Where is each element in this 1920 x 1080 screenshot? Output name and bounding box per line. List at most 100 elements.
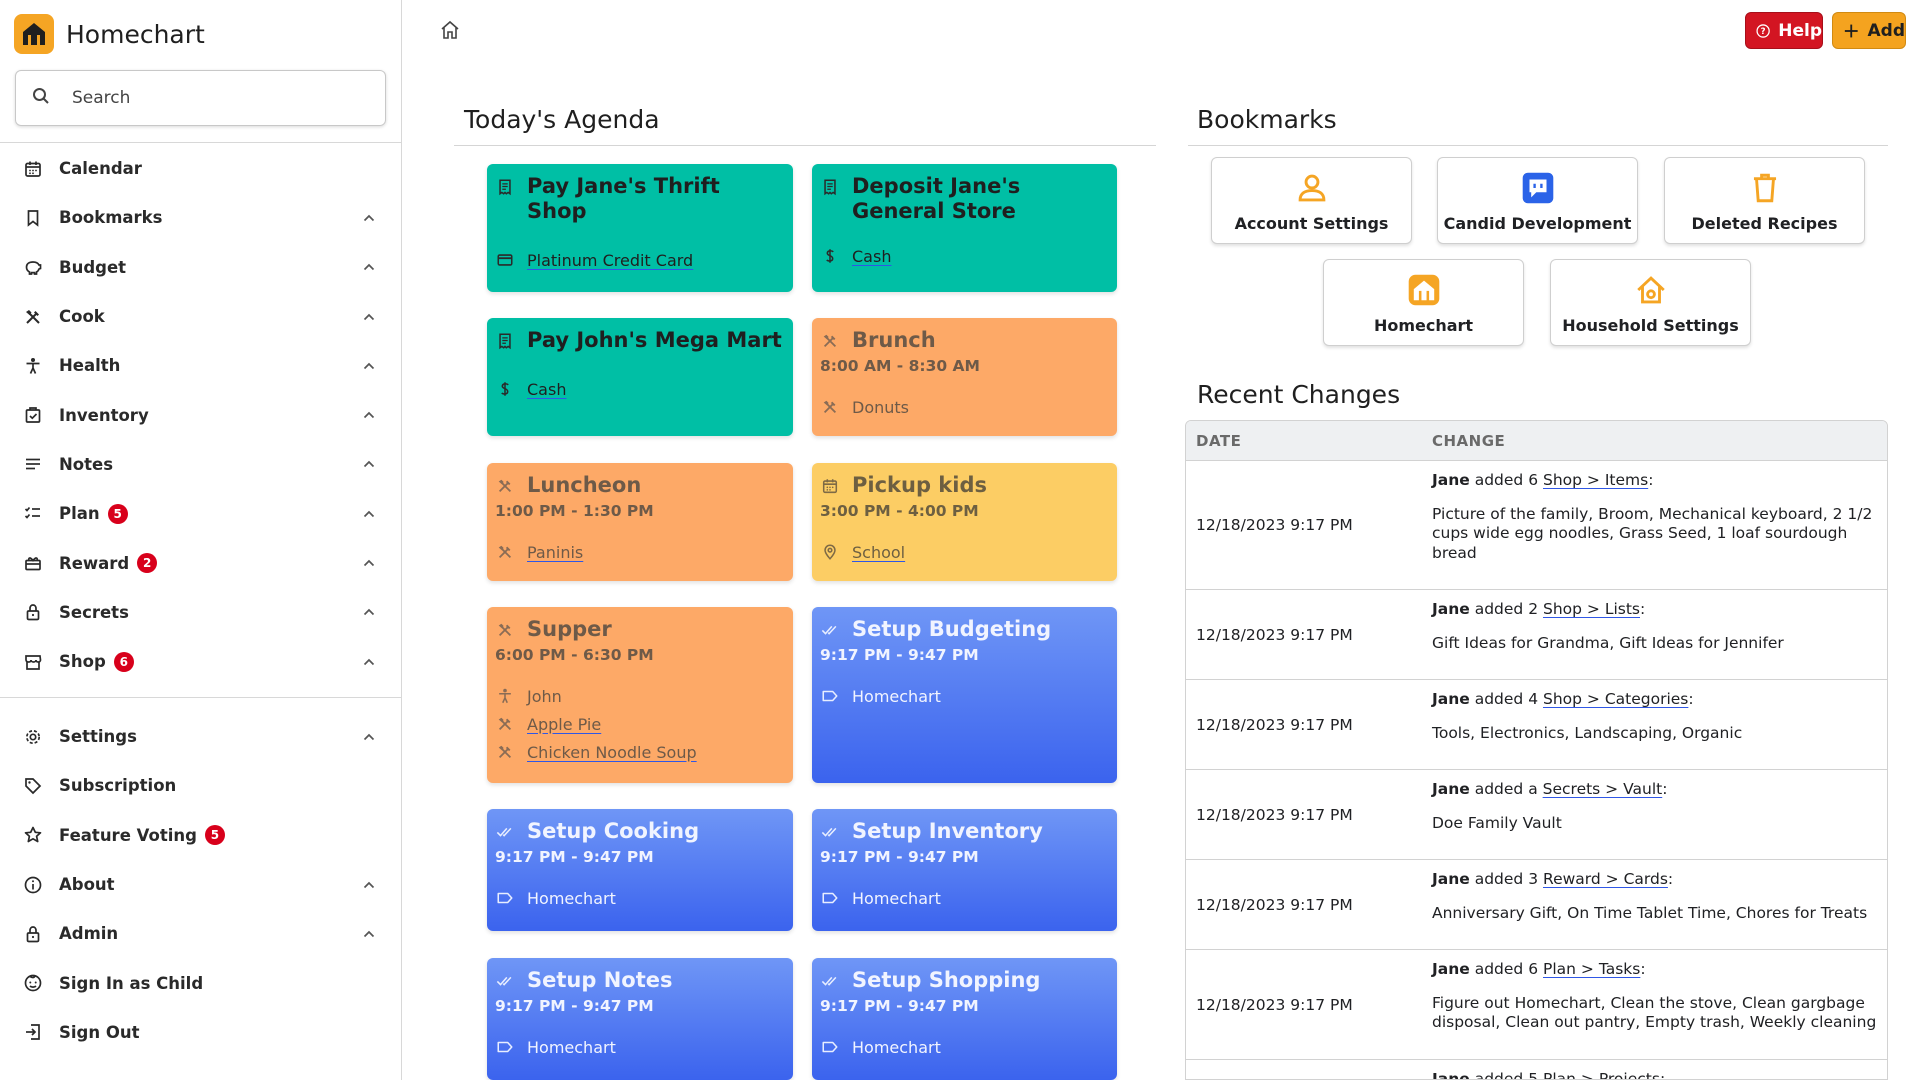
bookmark-card[interactable]: Deleted Recipes [1664, 157, 1865, 244]
bookmark-card[interactable]: Household Settings [1550, 259, 1751, 346]
chevron-up-icon[interactable] [362, 457, 376, 471]
agenda-card[interactable]: Setup Notes 9:17 PM - 9:47 PM Homechart [487, 958, 793, 1080]
count-badge: 5 [204, 825, 225, 846]
chevron-up-icon[interactable] [362, 507, 376, 521]
search-input[interactable] [72, 88, 352, 108]
nav-item-about[interactable]: About [0, 860, 402, 909]
change-date: 12/18/2023 9:17 PM [1196, 715, 1353, 734]
agenda-card-detail: Homechart [495, 1033, 783, 1061]
change-author: Jane [1432, 960, 1470, 978]
chevron-up-icon[interactable] [362, 655, 376, 669]
agenda-card[interactable]: Setup Shopping 9:17 PM - 9:47 PM Homecha… [812, 958, 1117, 1080]
agenda-card-link[interactable]: Paninis [527, 543, 583, 562]
nav-label: Subscription [59, 776, 177, 796]
change-date: 12/18/2023 9:17 PM [1196, 805, 1353, 824]
agenda-card[interactable]: Deposit Jane's General Store Cash [812, 164, 1117, 292]
chevron-up-icon[interactable] [362, 730, 376, 744]
chevron-up-icon[interactable] [362, 927, 376, 941]
agenda-card-link[interactable]: School [852, 543, 905, 562]
chevron-up-icon[interactable] [362, 605, 376, 619]
nav-item-health[interactable]: Health [0, 341, 402, 390]
brand[interactable]: Homechart [14, 14, 205, 54]
nav-item-settings[interactable]: Settings [0, 712, 402, 761]
nav-item-inventory[interactable]: Inventory [0, 390, 402, 439]
change-link[interactable]: Plan > Projects [1543, 1070, 1660, 1079]
agenda-card-title: Supper [527, 617, 612, 641]
change-link[interactable]: Shop > Items [1543, 471, 1648, 489]
help-button[interactable]: ? Help [1745, 12, 1823, 49]
agenda-card-link[interactable]: Apple Pie [527, 715, 601, 734]
nav-item-notes[interactable]: Notes [0, 440, 402, 489]
change-link[interactable]: Reward > Cards [1543, 870, 1668, 888]
change-link[interactable]: Shop > Lists [1543, 600, 1640, 618]
bookmark-card[interactable]: Candid Development [1437, 157, 1638, 244]
nav-item-feature-voting[interactable]: Feature Voting 5 [0, 811, 402, 860]
nav-item-sign-out[interactable]: Sign Out [0, 1008, 402, 1057]
agenda-card[interactable]: Supper 6:00 PM - 6:30 PM John Apple Pie … [487, 607, 793, 783]
change-link[interactable]: Plan > Tasks [1543, 960, 1640, 978]
search-box[interactable] [15, 70, 386, 126]
bookmark-card[interactable]: Homechart [1323, 259, 1524, 346]
count-badge: 2 [137, 553, 158, 574]
home-icon[interactable] [438, 18, 462, 42]
change-action: added 6 [1474, 960, 1539, 978]
recent-changes-table: DATE CHANGE 12/18/2023 9:17 PM Jane adde… [1185, 420, 1888, 1080]
chevron-up-icon[interactable] [362, 211, 376, 225]
nav-item-sign-in-as-child[interactable]: Sign In as Child [0, 958, 402, 1007]
nav-item-bookmarks[interactable]: Bookmarks [0, 193, 402, 242]
agenda-card-detail[interactable]: Cash [820, 242, 1107, 270]
agenda-card-detail: Homechart [495, 884, 783, 912]
nav-item-plan[interactable]: Plan 5 [0, 489, 402, 538]
agenda-card-title: Setup Cooking [527, 819, 700, 843]
agenda-card-title: Setup Notes [527, 968, 673, 992]
agenda-card[interactable]: Setup Budgeting 9:17 PM - 9:47 PM Homech… [812, 607, 1117, 783]
agenda-card[interactable]: Luncheon 1:00 PM - 1:30 PM Paninis [487, 463, 793, 581]
agenda-card-detail[interactable]: Chicken Noodle Soup [495, 738, 783, 766]
agenda-card-link[interactable]: Cash [527, 380, 566, 399]
agenda-card-link[interactable]: Cash [852, 247, 891, 266]
agenda-card-link[interactable]: Platinum Credit Card [527, 251, 693, 270]
agenda-card-detail[interactable]: Paninis [495, 538, 783, 566]
agenda-card-detail[interactable]: Cash [495, 375, 783, 403]
nav-item-calendar[interactable]: Calendar [0, 144, 402, 193]
agenda-card[interactable]: Pay John's Mega Mart Cash [487, 318, 793, 436]
main-nav: Calendar Bookmarks Budget Cook Health Invento… [0, 144, 402, 686]
agenda-card-text: Homechart [527, 1037, 616, 1057]
change-link[interactable]: Shop > Categories [1543, 690, 1688, 708]
agenda-card[interactable]: Brunch 8:00 AM - 8:30 AM Donuts [812, 318, 1117, 436]
agenda-underline [454, 145, 1156, 146]
child-face-icon [22, 972, 44, 994]
bookmark-card[interactable]: Account Settings [1211, 157, 1412, 244]
sidebar-divider [0, 697, 402, 698]
agenda-card-detail[interactable]: Platinum Credit Card [495, 246, 783, 274]
nav-item-admin[interactable]: Admin [0, 909, 402, 958]
calendar-icon [22, 158, 44, 180]
agenda-card[interactable]: Setup Cooking 9:17 PM - 9:47 PM Homechar… [487, 809, 793, 931]
chevron-up-icon[interactable] [362, 260, 376, 274]
nav-item-secrets[interactable]: Secrets [0, 588, 402, 637]
app-name: Homechart [66, 19, 205, 49]
nav-label: Cook [59, 307, 105, 327]
chevron-up-icon[interactable] [362, 878, 376, 892]
chevron-up-icon[interactable] [362, 556, 376, 570]
chevron-up-icon[interactable] [362, 408, 376, 422]
nav-item-reward[interactable]: Reward 2 [0, 538, 402, 587]
agenda-card-link[interactable]: Chicken Noodle Soup [527, 743, 697, 762]
agenda-card[interactable]: Setup Inventory 9:17 PM - 9:47 PM Homech… [812, 809, 1117, 931]
agenda-card-detail[interactable]: Apple Pie [495, 710, 783, 738]
agenda-card[interactable]: Pickup kids 3:00 PM - 4:00 PM School [812, 463, 1117, 581]
agenda-card[interactable]: Pay Jane's Thrift Shop Platinum Credit C… [487, 164, 793, 292]
table-row: 12/18/2023 9:17 PM Jane added 6 Shop > I… [1186, 461, 1887, 590]
nav-label: Budget [59, 257, 127, 277]
agenda-card-text: Homechart [852, 686, 941, 706]
agenda-card-detail[interactable]: School [820, 538, 1107, 566]
table-row: 12/18/2023 9:17 PM Jane added 6 Plan > T… [1186, 950, 1887, 1060]
chevron-up-icon[interactable] [362, 310, 376, 324]
chevron-up-icon[interactable] [362, 359, 376, 373]
nav-item-cook[interactable]: Cook [0, 292, 402, 341]
add-button[interactable]: Add [1832, 12, 1906, 49]
nav-item-subscription[interactable]: Subscription [0, 761, 402, 810]
nav-item-budget[interactable]: Budget [0, 243, 402, 292]
change-link[interactable]: Secrets > Vault [1543, 780, 1663, 798]
nav-item-shop[interactable]: Shop 6 [0, 637, 402, 686]
